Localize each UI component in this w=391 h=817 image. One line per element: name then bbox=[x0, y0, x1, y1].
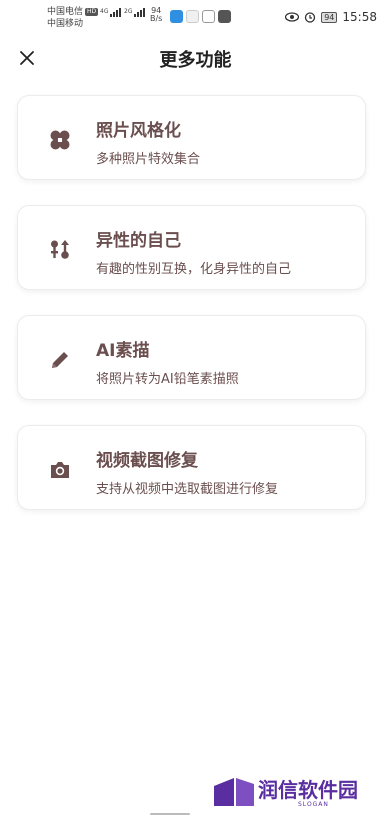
carrier-2: 中国移动 bbox=[47, 19, 84, 29]
eye-icon bbox=[285, 12, 300, 22]
status-right: 94 15:58 bbox=[285, 10, 377, 24]
feature-description: 支持从视频中选取截图进行修复 bbox=[96, 482, 279, 497]
home-indicator bbox=[150, 813, 190, 815]
status-bar: 中国电信 HD 中国移动 4G 2G 94 B/s 94 15:58 bbox=[0, 0, 391, 36]
carrier-info: 中国电信 HD 中国移动 bbox=[47, 6, 99, 30]
carrier-1: 中国电信 bbox=[47, 7, 84, 17]
feature-card-video-repair[interactable]: 视频截图修复 支持从视频中选取截图进行修复 bbox=[17, 425, 366, 510]
feature-description: 多种照片特效集合 bbox=[96, 152, 201, 167]
app-notification-icon bbox=[170, 10, 183, 23]
signal-2-label: 2G bbox=[124, 8, 133, 15]
watermark-name: 润信软件园 bbox=[258, 778, 358, 802]
app-notification-icon bbox=[186, 10, 199, 23]
feature-title: AI素描 bbox=[96, 341, 150, 361]
feature-description: 有趣的性别互换，化身异性的自己 bbox=[96, 262, 292, 277]
alarm-icon bbox=[305, 12, 316, 23]
battery-indicator: 94 bbox=[321, 11, 338, 23]
pencil-icon bbox=[48, 348, 72, 372]
feature-title: 视频截图修复 bbox=[96, 451, 198, 471]
feature-title: 照片风格化 bbox=[96, 121, 181, 141]
clock: 15:58 bbox=[342, 10, 377, 24]
watermark-logo: 润信软件园 SLOGAN bbox=[212, 772, 372, 812]
gender-swap-icon bbox=[48, 238, 72, 262]
signal-1-label: 4G bbox=[100, 8, 109, 15]
header: 更多功能 bbox=[0, 40, 391, 76]
watermark-slogan: SLOGAN bbox=[298, 801, 329, 808]
watermark-mark-icon bbox=[214, 778, 254, 806]
signal-1-icon: 4G bbox=[100, 8, 122, 17]
feature-description: 将照片转为AI铅笔素描照 bbox=[96, 372, 239, 387]
upload-icon bbox=[218, 10, 231, 23]
feature-card-photo-style[interactable]: 照片风格化 多种照片特效集合 bbox=[17, 95, 366, 180]
page-title: 更多功能 bbox=[159, 50, 232, 71]
signal-2-icon: 2G bbox=[124, 8, 146, 17]
camera-icon bbox=[48, 458, 72, 482]
net-rate: 94 B/s bbox=[150, 7, 162, 23]
clover-icon bbox=[48, 128, 72, 152]
app-notification-icon bbox=[202, 10, 215, 23]
feature-title: 异性的自己 bbox=[96, 231, 181, 251]
feature-card-gender-swap[interactable]: 异性的自己 有趣的性别互换，化身异性的自己 bbox=[17, 205, 366, 290]
hd-badge: HD bbox=[85, 8, 99, 16]
notification-icons bbox=[170, 10, 231, 23]
net-rate-unit: B/s bbox=[150, 14, 163, 23]
feature-card-ai-sketch[interactable]: AI素描 将照片转为AI铅笔素描照 bbox=[17, 315, 366, 400]
